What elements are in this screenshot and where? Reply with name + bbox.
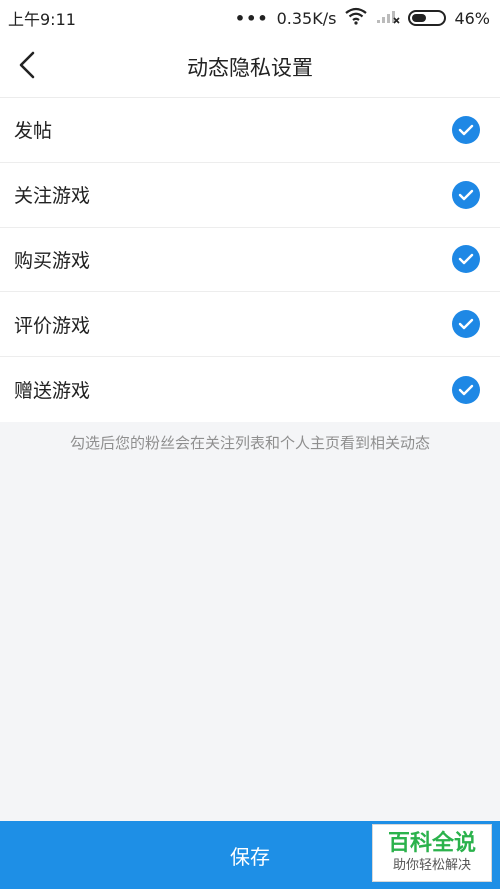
checkmark-icon[interactable] [452,245,480,274]
network-speed: 0.35K/s [276,8,337,28]
checkmark-icon[interactable] [452,375,480,404]
privacy-option-row[interactable]: 关注游戏 [0,163,500,228]
header: 动态隐私设置 [0,36,500,98]
privacy-option-row[interactable]: 发帖 [0,98,500,163]
more-dots-icon: ••• [234,8,269,28]
wifi-icon [344,7,368,29]
checkmark-icon[interactable] [452,310,480,339]
privacy-option-row[interactable]: 赠送游戏 [0,357,500,422]
status-indicators: ••• 0.35K/s 46% [235,7,490,29]
chevron-left-icon [16,50,38,84]
back-button[interactable] [8,48,46,86]
hint-text: 勾选后您的粉丝会在关注列表和个人主页看到相关动态 [69,434,430,452]
watermark-subtitle: 助你轻松解决 [392,858,471,873]
privacy-option-label: 关注游戏 [14,185,91,208]
privacy-option-label: 赠送游戏 [14,380,91,403]
checkmark-icon[interactable] [452,180,480,209]
privacy-option-label: 购买游戏 [14,249,91,272]
battery-icon [408,10,447,26]
signal-icon [376,8,401,28]
status-time: 上午9:11 [8,10,76,29]
watermark-title: 百科全说 [387,831,476,856]
settings-list: 发帖关注游戏购买游戏评价游戏赠送游戏 [0,98,500,422]
save-button-label: 保存 [230,844,270,869]
privacy-option-label: 评价游戏 [14,314,91,337]
privacy-option-label: 发帖 [14,120,53,143]
privacy-option-row[interactable]: 评价游戏 [0,292,500,358]
battery-percent: 46% [454,8,490,28]
watermark-logo: 百科全说 助你轻松解决 [372,824,492,882]
battery-fill [412,14,427,22]
page-title: 动态隐私设置 [187,55,313,80]
status-bar: 上午9:11 ••• 0.35K/s 46% [0,0,500,36]
privacy-option-row[interactable]: 购买游戏 [0,228,500,293]
checkmark-icon[interactable] [452,115,480,144]
